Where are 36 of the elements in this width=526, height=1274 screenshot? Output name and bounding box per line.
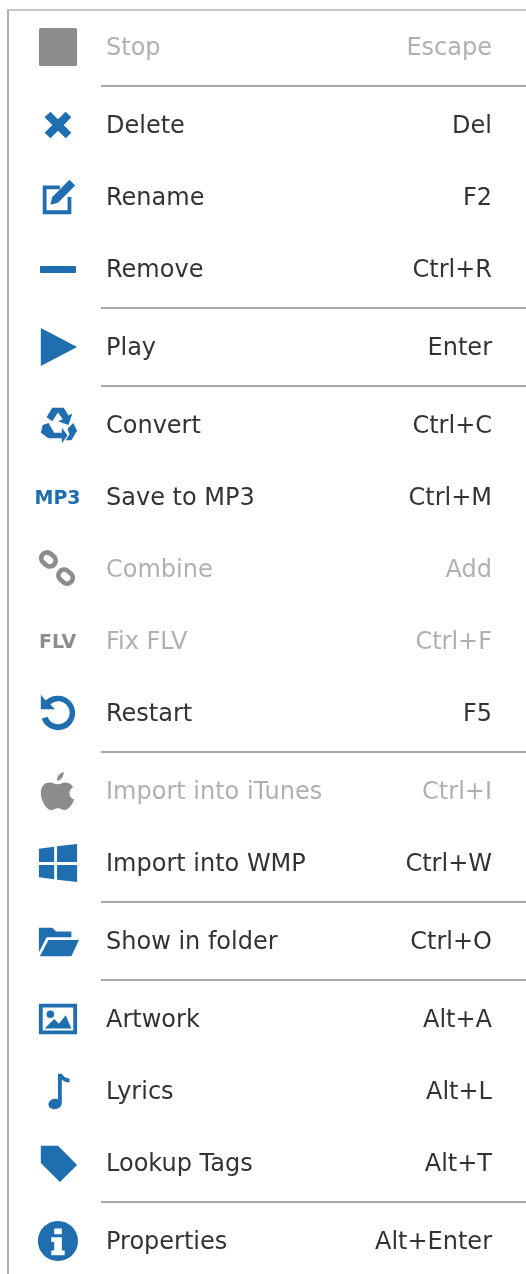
menu-item[interactable]: Properties Alt+Enter — [9, 1205, 526, 1274]
text-icon: FLV — [38, 630, 77, 652]
minus-icon — [39, 265, 76, 273]
shortcut-label: Alt+Enter — [374, 1227, 493, 1255]
shortcut-label: Escape — [406, 33, 493, 61]
menu-item[interactable]: Rename F2 — [9, 161, 526, 233]
shortcut-label: Ctrl+C — [412, 411, 493, 439]
stop-icon — [36, 26, 79, 68]
menu-item[interactable]: Delete Del — [9, 89, 526, 161]
shortcut-label: Enter — [427, 333, 493, 361]
menu-item[interactable]: Remove Ctrl+R — [9, 233, 526, 305]
shortcut-label: Ctrl+W — [405, 849, 493, 877]
menu-item[interactable]: Play Enter — [9, 311, 526, 383]
menu-item[interactable]: Lookup Tags Alt+T — [9, 1127, 526, 1199]
menu-item[interactable]: Import into WMP Ctrl+W — [9, 827, 526, 899]
shortcut-label: Ctrl+I — [422, 777, 493, 805]
menu-item[interactable]: Show in folder Ctrl+O — [9, 905, 526, 977]
menu-item[interactable]: Lyrics Alt+L — [9, 1055, 526, 1127]
shortcut-label: Alt+A — [422, 1005, 493, 1033]
shortcut-label: F2 — [462, 183, 493, 211]
shortcut-label: F5 — [462, 699, 493, 727]
shortcut-label: Add — [445, 555, 493, 583]
shortcut-label: Ctrl+F — [415, 627, 493, 655]
shortcut-label: Ctrl+R — [412, 255, 493, 283]
shortcut-label: Ctrl+O — [410, 927, 493, 955]
info-icon — [36, 1220, 79, 1262]
windows-icon — [36, 842, 79, 884]
text-icon: MP3 — [34, 486, 81, 508]
menu-item[interactable]: MP3 Save to MP3 Ctrl+M — [9, 461, 526, 533]
menu-item[interactable]: Convert Ctrl+C — [9, 389, 526, 461]
menu-item[interactable]: Artwork Alt+A — [9, 983, 526, 1055]
shortcut-label: Alt+T — [424, 1149, 493, 1177]
shortcut-label: Del — [452, 111, 493, 139]
menu-item[interactable]: Restart F5 — [9, 677, 526, 749]
shortcut-label: Alt+L — [426, 1077, 493, 1105]
shortcut-label: Ctrl+M — [408, 483, 493, 511]
